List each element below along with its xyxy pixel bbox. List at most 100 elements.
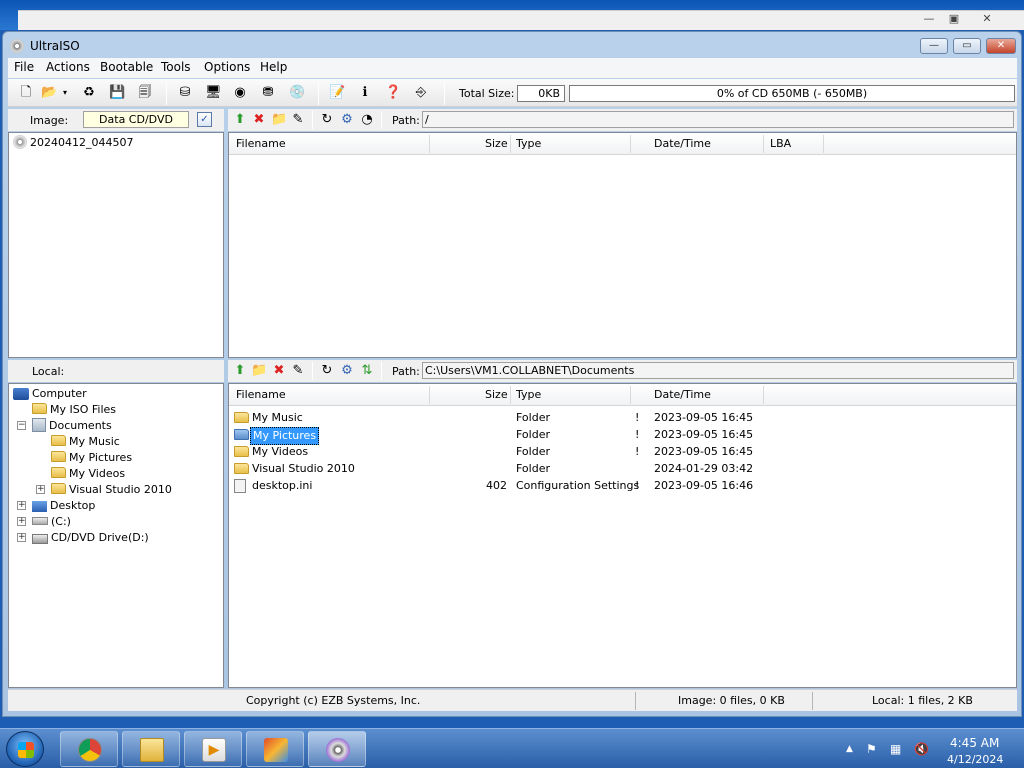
tree-item-my-music[interactable]: My Music	[51, 434, 120, 450]
tree-item-my-pictures[interactable]: My Pictures	[51, 450, 132, 466]
disc-burn-icon[interactable]: 💿	[289, 85, 305, 101]
volume-muted-icon[interactable]: 🔇	[914, 742, 929, 756]
local-path-field[interactable]: C:\Users\VM1.COLLABNET\Documents	[422, 362, 1014, 379]
rename-icon[interactable]: ✎	[290, 112, 306, 128]
file-row-selected[interactable]: My Pictures Folder ! 2023-09-05 16:45	[233, 427, 1013, 445]
new-icon[interactable]: 🗋	[18, 85, 34, 101]
column-datetime[interactable]: Date/Time	[654, 388, 711, 401]
drive-icon[interactable]: ⛁	[177, 85, 193, 101]
tree-label: My Pictures	[69, 451, 133, 464]
clock-time[interactable]: 4:45 AM	[950, 736, 999, 750]
menu-actions[interactable]: Actions	[46, 60, 90, 74]
settings-icon[interactable]: ⚙	[339, 363, 355, 379]
total-size-label: Total Size:	[459, 87, 515, 100]
column-datetime[interactable]: Date/Time	[654, 137, 711, 150]
taskbar-chrome[interactable]	[60, 731, 118, 767]
image-type-selector[interactable]: Data CD/DVD	[83, 111, 189, 128]
virtual-drive-icon[interactable]: 🖥	[205, 85, 222, 101]
column-divider	[429, 135, 430, 153]
column-size[interactable]: Size	[485, 388, 508, 401]
menu-help[interactable]: Help	[260, 60, 287, 74]
background-minimize-button[interactable]: —	[918, 11, 940, 27]
taskbar-ultraiso[interactable]	[308, 731, 366, 767]
taskbar-control-panel[interactable]	[246, 731, 304, 767]
exit-icon[interactable]: ⎆	[413, 85, 429, 101]
tree-label: Documents	[49, 419, 112, 432]
collapse-icon[interactable]: −	[17, 421, 26, 430]
file-type: Folder	[516, 462, 550, 475]
expand-icon[interactable]: +	[17, 501, 26, 510]
expand-icon[interactable]: +	[36, 485, 45, 494]
tree-item-visual-studio-2010[interactable]: Visual Studio 2010	[51, 482, 172, 498]
cd-drive-icon	[32, 534, 48, 544]
refresh-icon[interactable]: ↻	[319, 112, 335, 128]
column-divider	[429, 386, 430, 404]
clock-date[interactable]: 4/12/2024	[947, 753, 1003, 766]
column-type[interactable]: Type	[516, 388, 541, 401]
toolbar-separator	[166, 83, 167, 105]
menu-bootable[interactable]: Bootable	[100, 60, 153, 74]
recycle-icon[interactable]: ♻	[81, 85, 97, 101]
file-row[interactable]: My Music Folder ! 2023-09-05 16:45	[233, 410, 1013, 426]
file-row[interactable]: My Videos Folder ! 2023-09-05 16:45	[233, 444, 1013, 460]
flag-icon[interactable]: ⚑	[866, 742, 877, 756]
burn-icon[interactable]: ⛃	[260, 85, 276, 101]
minimize-button[interactable]: —	[920, 38, 948, 54]
menubar: File Actions Bootable Tools Options Help	[8, 58, 1017, 78]
delete-icon[interactable]: ✖	[271, 363, 287, 379]
image-tree-root[interactable]: 20240412_044507	[13, 135, 133, 151]
column-lba[interactable]: LBA	[770, 137, 791, 150]
column-filename[interactable]: Filename	[236, 388, 286, 401]
new-folder-icon[interactable]: 📁	[271, 112, 287, 128]
tree-item-c-drive[interactable]: (C:)	[32, 514, 71, 530]
file-row[interactable]: Visual Studio 2010 Folder 2024-01-29 03:…	[233, 461, 1013, 477]
up-arrow-icon[interactable]: ⬆	[232, 112, 248, 128]
open-icon[interactable]: 📂	[41, 85, 57, 101]
background-close-button[interactable]: ✕	[976, 11, 998, 27]
rename-icon[interactable]: ✎	[290, 363, 306, 379]
file-row[interactable]: desktop.ini 402 Configuration Settings !…	[233, 478, 1013, 494]
tree-item-desktop[interactable]: Desktop	[32, 498, 95, 514]
start-button[interactable]	[6, 731, 44, 767]
taskbar-explorer[interactable]	[122, 731, 180, 767]
view-icon[interactable]: ◔	[359, 112, 375, 128]
column-filename[interactable]: Filename	[236, 137, 286, 150]
tree-item-computer[interactable]: Computer	[13, 386, 87, 402]
menu-tools[interactable]: Tools	[161, 60, 191, 74]
image-path-field[interactable]: /	[422, 111, 1014, 128]
tree-label: My Videos	[69, 467, 126, 480]
tree-item-documents[interactable]: Documents	[32, 418, 112, 434]
show-hidden-icons-icon[interactable]: ▲	[846, 744, 853, 754]
compress-icon[interactable]: ◉	[232, 85, 248, 101]
status-separator	[812, 692, 813, 710]
up-arrow-icon[interactable]: ⬆	[232, 363, 248, 379]
taskbar-media-player[interactable]: ▶	[184, 731, 242, 767]
delete-icon[interactable]: ✖	[251, 112, 267, 128]
expand-icon[interactable]: +	[17, 533, 26, 542]
network-icon[interactable]: ▦	[890, 742, 901, 756]
column-size[interactable]: Size	[485, 137, 508, 150]
titlebar[interactable]: UltraISO — ▭ ✕	[3, 32, 1021, 58]
expand-icon[interactable]: +	[17, 517, 26, 526]
open-dropdown-icon[interactable]: ▾	[61, 85, 69, 101]
refresh-icon[interactable]: ↻	[319, 363, 335, 379]
save-as-icon[interactable]: 🗐	[137, 85, 153, 101]
save-icon[interactable]: 💾	[109, 85, 125, 101]
close-button[interactable]: ✕	[986, 38, 1016, 54]
properties-icon[interactable]: 📝	[329, 85, 345, 101]
maximize-button[interactable]: ▭	[953, 38, 981, 54]
tree-item-cd-dvd-drive[interactable]: CD/DVD Drive(D:)	[32, 530, 149, 546]
tree-item-my-iso-files[interactable]: My ISO Files	[32, 402, 116, 418]
windows-logo-icon	[18, 742, 34, 758]
menu-options[interactable]: Options	[204, 60, 250, 74]
menu-file[interactable]: File	[14, 60, 34, 74]
tree-item-my-videos[interactable]: My Videos	[51, 466, 125, 482]
background-maximize-button[interactable]: ▣	[943, 11, 965, 27]
settings-icon[interactable]: ⚙	[339, 112, 355, 128]
column-type[interactable]: Type	[516, 137, 541, 150]
sync-icon[interactable]: ⇅	[359, 363, 375, 379]
new-folder-icon[interactable]: 📁	[251, 363, 267, 379]
checklist-icon[interactable]: ✓	[197, 112, 212, 127]
help-icon[interactable]: ❓	[385, 85, 401, 101]
info-icon[interactable]: ℹ	[357, 85, 373, 101]
